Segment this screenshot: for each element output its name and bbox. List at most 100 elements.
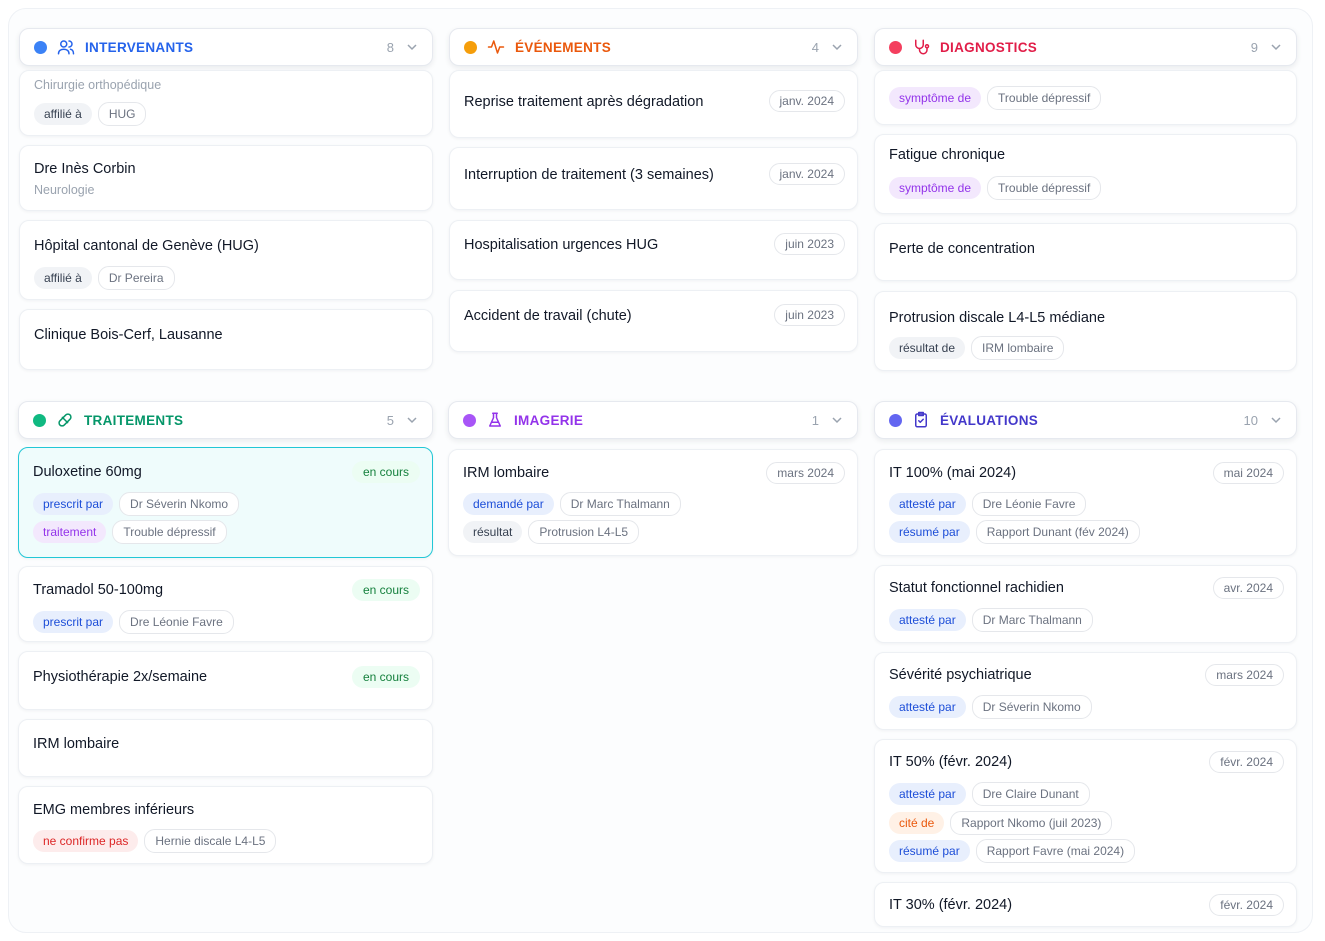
intervenant-card[interactable]: Chirurgie orthopédique affilié à HUG bbox=[19, 70, 433, 136]
card-title: Accident de travail (chute) bbox=[464, 308, 632, 324]
relation-tag[interactable]: ne confirme pas bbox=[33, 830, 139, 852]
relation-value[interactable]: IRM lombaire bbox=[971, 336, 1065, 360]
relation-tag[interactable]: symptôme de bbox=[889, 177, 982, 199]
relation-value[interactable]: Dre Claire Dunant bbox=[971, 782, 1090, 806]
relation-value[interactable]: Dre Léonie Favre bbox=[119, 610, 234, 634]
event-card[interactable]: Reprise traitement après dégradation jan… bbox=[449, 70, 858, 138]
chevron-down-icon[interactable] bbox=[406, 41, 418, 53]
card-title: Dre Inès Corbin bbox=[34, 161, 136, 177]
card-title: Sévérité psychiatrique bbox=[889, 667, 1032, 683]
relation-value[interactable]: Trouble dépressif bbox=[987, 86, 1102, 110]
relation-tag[interactable]: attesté par bbox=[889, 783, 966, 805]
relation-value[interactable]: HUG bbox=[97, 102, 147, 126]
event-card[interactable]: Accident de travail (chute) juin 2023 bbox=[449, 290, 858, 352]
treatment-card[interactable]: EMG membres inférieurs ne confirme pas H… bbox=[18, 786, 433, 864]
treatment-card-selected[interactable]: Duloxetine 60mg en cours prescrit par Dr… bbox=[18, 447, 433, 558]
flask-icon bbox=[486, 411, 504, 429]
relation-tag[interactable]: demandé par bbox=[463, 493, 554, 515]
relation-tag[interactable]: affilié à bbox=[34, 267, 92, 289]
date-badge: avr. 2024 bbox=[1212, 577, 1284, 599]
relation-tag[interactable]: prescrit par bbox=[33, 611, 114, 633]
relation-tag[interactable]: attesté par bbox=[889, 493, 966, 515]
date-badge: juin 2023 bbox=[774, 304, 845, 326]
section-count: 9 bbox=[1250, 39, 1258, 55]
users-icon bbox=[57, 38, 75, 56]
card-title: Protrusion discale L4-L5 médiane bbox=[889, 310, 1106, 326]
evaluation-card[interactable]: IT 100% (mai 2024) mai 2024 attesté par … bbox=[874, 449, 1297, 556]
diagnostic-card[interactable]: Fatigue chronique symptôme de Trouble dé… bbox=[874, 134, 1297, 214]
diagnostic-card[interactable]: Perte de concentration bbox=[874, 223, 1297, 281]
event-card[interactable]: Interruption de traitement (3 semaines) … bbox=[449, 147, 858, 210]
status-dot bbox=[889, 40, 902, 54]
intervenant-card[interactable]: Hôpital cantonal de Genève (HUG) affilié… bbox=[19, 220, 433, 300]
relation-value[interactable]: Dr Séverin Nkomo bbox=[971, 695, 1092, 719]
event-card[interactable]: Hospitalisation urgences HUG juin 2023 bbox=[449, 220, 858, 280]
evaluation-card[interactable]: IT 30% (févr. 2024) févr. 2024 bbox=[874, 882, 1297, 927]
relation-tag[interactable]: attesté par bbox=[889, 609, 966, 631]
section-title: ÉVÉNEMENTS bbox=[515, 39, 612, 55]
section-header-traitements[interactable]: TRAITEMENTS 5 bbox=[18, 401, 433, 439]
card-title: Physiothérapie 2x/semaine bbox=[33, 669, 208, 685]
chevron-down-icon[interactable] bbox=[1270, 414, 1282, 426]
relation-value[interactable]: Hernie discale L4-L5 bbox=[144, 829, 277, 853]
chevron-down-icon[interactable] bbox=[406, 414, 418, 426]
date-badge: mars 2024 bbox=[766, 462, 845, 484]
relation-tag[interactable]: symptôme de bbox=[889, 87, 982, 109]
evaluation-card[interactable]: Sévérité psychiatrique mars 2024 attesté… bbox=[874, 652, 1297, 730]
status-dot bbox=[34, 40, 47, 54]
relation-value[interactable]: Trouble dépressif bbox=[112, 520, 227, 544]
imaging-card[interactable]: IRM lombaire mars 2024 demandé par Dr Ma… bbox=[448, 449, 858, 556]
status-badge: en cours bbox=[351, 579, 420, 601]
relation-value[interactable]: Rapport Dunant (fév 2024) bbox=[975, 520, 1140, 544]
section-header-intervenants[interactable]: INTERVENANTS 8 bbox=[19, 28, 433, 66]
relation-tag[interactable]: résultat bbox=[463, 521, 523, 543]
relation-tag[interactable]: affilié à bbox=[34, 103, 92, 125]
relation-value[interactable]: Dr Marc Thalmann bbox=[971, 608, 1093, 632]
relation-value[interactable]: Dr Pereira bbox=[97, 266, 175, 290]
diagnostic-card[interactable]: symptôme de Trouble dépressif bbox=[874, 70, 1297, 125]
section-header-imagerie[interactable]: IMAGERIE 1 bbox=[448, 401, 858, 439]
relation-tag[interactable]: cité de bbox=[889, 812, 945, 834]
card-title: IT 30% (févr. 2024) bbox=[889, 897, 1013, 913]
diagnostic-card[interactable]: Protrusion discale L4-L5 médiane résulta… bbox=[874, 291, 1297, 371]
date-badge: janv. 2024 bbox=[768, 163, 845, 185]
intervenant-card[interactable]: Dre Inès Corbin Neurologie bbox=[19, 145, 433, 211]
date-badge: janv. 2024 bbox=[768, 90, 845, 112]
evaluation-card[interactable]: Statut fonctionnel rachidien avr. 2024 a… bbox=[874, 565, 1297, 643]
status-dot bbox=[889, 413, 902, 427]
section-header-diagnostics[interactable]: DIAGNOSTICS 9 bbox=[874, 28, 1297, 66]
card-title: Perte de concentration bbox=[889, 241, 1035, 257]
evaluation-card[interactable]: IT 50% (févr. 2024) févr. 2024 attesté p… bbox=[874, 739, 1297, 873]
relation-value[interactable]: Protrusion L4-L5 bbox=[528, 520, 640, 544]
relation-value[interactable]: Dr Séverin Nkomo bbox=[119, 492, 240, 516]
relation-tag[interactable]: résultat de bbox=[889, 337, 966, 359]
relation-value[interactable]: Rapport Nkomo (juil 2023) bbox=[950, 811, 1113, 835]
section-count: 8 bbox=[386, 39, 394, 55]
relation-tag[interactable]: attesté par bbox=[889, 696, 966, 718]
relation-tag[interactable]: traitement bbox=[33, 521, 107, 543]
relation-tag[interactable]: résumé par bbox=[889, 840, 970, 862]
intervenant-card[interactable]: Clinique Bois-Cerf, Lausanne bbox=[19, 309, 433, 370]
section-title: INTERVENANTS bbox=[85, 39, 194, 55]
section-header-evenements[interactable]: ÉVÉNEMENTS 4 bbox=[449, 28, 858, 66]
date-badge: juin 2023 bbox=[774, 233, 845, 255]
treatment-card[interactable]: Physiothérapie 2x/semaine en cours bbox=[18, 651, 433, 710]
relation-tag[interactable]: résumé par bbox=[889, 521, 970, 543]
section-title: DIAGNOSTICS bbox=[940, 39, 1038, 55]
chevron-down-icon[interactable] bbox=[831, 414, 843, 426]
chevron-down-icon[interactable] bbox=[831, 41, 843, 53]
card-title: IRM lombaire bbox=[33, 736, 120, 752]
treatment-card[interactable]: Tramadol 50-100mg en cours prescrit par … bbox=[18, 566, 433, 642]
section-header-evaluations[interactable]: ÉVALUATIONS 10 bbox=[874, 401, 1297, 439]
section-count: 10 bbox=[1243, 412, 1258, 428]
relation-value[interactable]: Dre Léonie Favre bbox=[971, 492, 1087, 516]
section-title: ÉVALUATIONS bbox=[940, 412, 1039, 428]
chevron-down-icon[interactable] bbox=[1270, 41, 1282, 53]
relation-value[interactable]: Rapport Favre (mai 2024) bbox=[975, 839, 1136, 863]
treatment-card[interactable]: IRM lombaire bbox=[18, 719, 433, 777]
relation-value[interactable]: Trouble dépressif bbox=[987, 176, 1102, 200]
relation-tag[interactable]: prescrit par bbox=[33, 493, 114, 515]
relation-value[interactable]: Dr Marc Thalmann bbox=[559, 492, 681, 516]
section-count: 5 bbox=[386, 412, 394, 428]
card-title: Tramadol 50-100mg bbox=[33, 582, 164, 598]
